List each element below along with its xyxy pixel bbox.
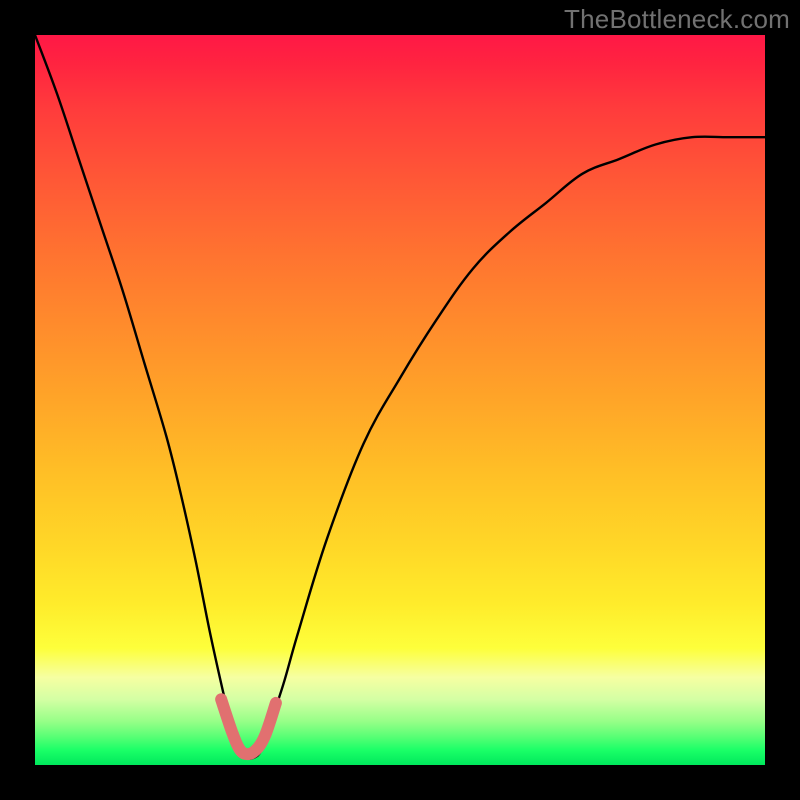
- bottleneck-curve: [35, 35, 765, 759]
- curve-layer: [35, 35, 765, 765]
- chart-root: TheBottleneck.com: [0, 0, 800, 800]
- watermark-text: TheBottleneck.com: [564, 4, 790, 35]
- highlight-markers: [221, 699, 276, 754]
- plot-area: [35, 35, 765, 765]
